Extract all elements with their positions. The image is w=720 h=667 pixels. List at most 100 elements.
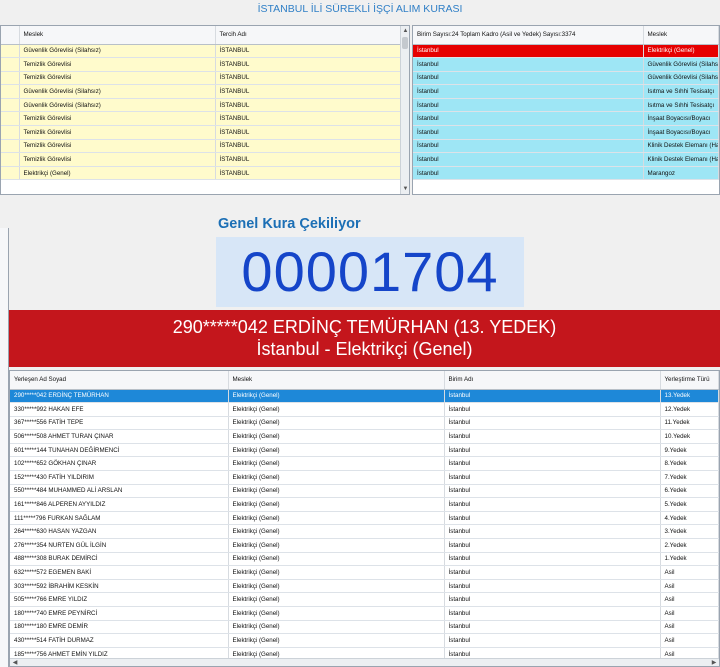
column-header-birim[interactable]: Birim Sayısı:24 Toplam Kadro (Asil ve Ye…: [413, 26, 644, 45]
row-header[interactable]: [1, 44, 20, 59]
table-cell: Elektrikçi (Genel): [228, 579, 445, 594]
row-header[interactable]: [1, 71, 20, 86]
table-row[interactable]: 161*****846 ALPEREN AYYILDIZ Elektrikçi (…: [10, 497, 719, 512]
table-row[interactable]: Güvenlik Görevlisi (Silahsız) İSTANBUL: [1, 84, 409, 99]
table-cell: Elektrikçi (Genel): [228, 592, 445, 607]
table-row[interactable]: İstanbulKlinik Destek Elemanı (Hasta): [413, 139, 719, 154]
table-cell: İSTANBUL: [215, 84, 409, 99]
horizontal-scrollbar[interactable]: ◀ ▶: [10, 658, 719, 666]
table-row[interactable]: 505*****766 EMRE YILDIZ Elektrikçi (Genel…: [10, 592, 719, 607]
table-row[interactable]: 276*****354 NURTEN GÜL İLGİN Elektrikçi (…: [10, 538, 719, 553]
table-cell: Temizlik Görevlisi: [19, 139, 216, 154]
table-row[interactable]: 180*****180 EMRE DEMİR Elektrikçi (Genel)…: [10, 620, 719, 635]
table-row[interactable]: 330*****992 HAKAN EFE Elektrikçi (Genel) İ…: [10, 402, 719, 417]
table-cell: 550*****484 MUHAMMED ALİ ARSLAN: [10, 484, 229, 499]
table-cell: İstanbul: [444, 592, 661, 607]
table-cell: Temizlik Görevlisi: [19, 125, 216, 140]
table-cell: 6.Yedek: [660, 484, 719, 499]
column-header-meslek[interactable]: Meslek: [19, 26, 216, 45]
table-row[interactable]: 488*****308 BURAK DEMİRCİ Elektrikçi (Gen…: [10, 552, 719, 567]
table-row[interactable]: İstanbul Güvenlik Görevlisi (Silahsız): [413, 71, 719, 86]
preference-table[interactable]: Meslek Tercih Adı Güvenlik Görevlisi (Si…: [0, 25, 410, 195]
scroll-left-icon[interactable]: ◀: [10, 659, 20, 666]
table-row[interactable]: 180*****740 EMRE PEYNİRCİ Elektrikçi (Gen…: [10, 606, 719, 621]
table-row[interactable]: Güvenlik Görevlisi (Silahsız) İSTANBUL: [1, 98, 409, 113]
table-row[interactable]: 632*****572 EGEMEN BAKİ Elektrikçi (Genel…: [10, 565, 719, 580]
column-header-yerlestirme[interactable]: Yerleştirme Türü: [660, 371, 719, 390]
table-cell: İstanbul: [444, 402, 661, 417]
table-cell: 4.Yedek: [660, 511, 719, 526]
table-row[interactable]: 367*****556 FATİH TEPE Elektrikçi (Genel)…: [10, 416, 719, 431]
table-row[interactable]: İstanbul İnşaat Boyacısı/Boyacı: [413, 125, 719, 140]
column-header-meslek[interactable]: Meslek: [228, 371, 445, 390]
table-row[interactable]: 303*****592 İBRAHİM KESKİN Elektrikçi (Ge…: [10, 579, 719, 594]
table-cell: 7.Yedek: [660, 470, 719, 485]
table-row[interactable]: İstanbul Güvenlik Görevlisi (Silahsız): [413, 57, 719, 72]
winner-position: İstanbul - Elektrikçi (Genel): [256, 339, 473, 359]
table-row[interactable]: Güvenlik Görevlisi (Silahsız) İSTANBUL: [1, 44, 409, 59]
table-row[interactable]: 111*****796 FURKAN SAĞLAM Elektrikçi (Gen…: [10, 511, 719, 526]
table-row[interactable]: 290*****042 ERDİNÇ TEMÜRHAN Elektrikçi (G…: [10, 389, 719, 404]
column-header-ad-soyad[interactable]: Yerleşen Ad Soyad: [10, 371, 229, 390]
table-cell: 601*****144 TUNAHAN DEĞİRMENCİ: [10, 443, 229, 458]
row-header[interactable]: [1, 98, 20, 113]
table-cell: Asil: [660, 592, 719, 607]
table-cell: 505*****766 EMRE YILDIZ: [10, 592, 229, 607]
table-row[interactable]: İstanbul Marangoz: [413, 166, 719, 181]
table-row[interactable]: İstanbul İnşaat Boyacısı/Boyacı: [413, 111, 719, 127]
table-cell: İstanbul: [413, 98, 644, 113]
scroll-up-icon[interactable]: ▲: [401, 26, 409, 36]
scroll-thumb[interactable]: [402, 37, 408, 49]
table-cell: İstanbul: [413, 139, 644, 154]
column-header-birim[interactable]: Birim Adı: [444, 371, 661, 390]
table-row[interactable]: Temizlik Görevlisi İSTANBUL: [1, 125, 409, 140]
table-cell: İSTANBUL: [215, 71, 409, 86]
table-row[interactable]: İstanbul Elektrikçi (Genel): [413, 44, 719, 59]
results-table[interactable]: Yerleşen Ad Soyad Meslek Birim Adı Yerle…: [9, 370, 720, 667]
row-header[interactable]: [1, 125, 20, 140]
table-row[interactable]: Elektrikçi (Genel) İSTANBUL: [1, 166, 409, 181]
row-header[interactable]: [1, 166, 20, 181]
column-header-tercih[interactable]: Tercih Adı: [215, 26, 409, 45]
table-cell: 9.Yedek: [660, 443, 719, 458]
table-cell: İstanbul: [444, 606, 661, 621]
row-header[interactable]: [1, 139, 20, 154]
table-row[interactable]: 601*****144 TUNAHAN DEĞİRMENCİ Elektrikçi…: [10, 443, 719, 458]
table-row[interactable]: 506*****508 AHMET TURAN ÇINAR Elektrikçi …: [10, 429, 719, 444]
table-row[interactable]: Temizlik Görevlisi İSTANBUL: [1, 111, 409, 127]
table-row[interactable]: Temizlik Görevlisi İSTANBUL: [1, 71, 409, 86]
table-cell: İstanbul: [444, 484, 661, 499]
table-row[interactable]: 430*****514 FATİH DURMAZ Elektrikçi (Gene…: [10, 633, 719, 648]
table-cell: İSTANBUL: [215, 111, 409, 127]
table-row[interactable]: 550*****484 MUHAMMED ALİ ARSLAN Elektrikç…: [10, 484, 719, 499]
table-row[interactable]: İstanbul Isıtma ve Sıhhi Tesisatçı: [413, 98, 719, 113]
table-cell: 367*****556 FATİH TEPE: [10, 416, 229, 431]
table-cell: 12.Yedek: [660, 402, 719, 417]
table-cell: 1.Yedek: [660, 552, 719, 567]
table-row[interactable]: 264*****630 HASAN YAZGAN Elektrikçi (Gene…: [10, 524, 719, 540]
table-row[interactable]: İstanbul Isıtma ve Sıhhi Tesisatçı: [413, 84, 719, 99]
table-cell: İstanbul: [444, 538, 661, 553]
row-header[interactable]: [1, 84, 20, 99]
table-row[interactable]: 152*****430 FATİH YILDIRIM Elektrikçi (Ge…: [10, 470, 719, 485]
table-cell: Elektrikçi (Genel): [228, 633, 445, 648]
unit-table[interactable]: Birim Sayısı:24 Toplam Kadro (Asil ve Ye…: [412, 25, 720, 195]
table-row[interactable]: Temizlik Görevlisi İSTANBUL: [1, 139, 409, 154]
table-cell: İstanbul: [413, 57, 644, 72]
draw-counter: 00001704: [216, 237, 524, 307]
row-header[interactable]: [1, 152, 20, 167]
table-cell: İstanbul: [413, 111, 644, 127]
table-row[interactable]: 102*****652 GÖKHAN ÇINAR Elektrikçi (Gene…: [10, 456, 719, 472]
table-cell: İSTANBUL: [215, 57, 409, 72]
scroll-down-icon[interactable]: ▼: [401, 184, 409, 194]
row-header[interactable]: [1, 57, 20, 72]
column-header-meslek[interactable]: Meslek: [643, 26, 719, 45]
table-row[interactable]: Temizlik Görevlisi İSTANBUL: [1, 57, 409, 72]
scroll-right-icon[interactable]: ▶: [709, 659, 719, 666]
table-cell: Güvenlik Görevlisi (Silahsız): [19, 84, 216, 99]
row-header[interactable]: [1, 111, 20, 127]
table-cell: İstanbul: [444, 470, 661, 485]
vertical-scrollbar[interactable]: ▲ ▼: [400, 26, 409, 194]
table-row[interactable]: Temizlik Görevlisi İSTANBUL: [1, 152, 409, 167]
table-row[interactable]: İstanbulKlinik Destek Elemanı (Hasta): [413, 152, 719, 167]
